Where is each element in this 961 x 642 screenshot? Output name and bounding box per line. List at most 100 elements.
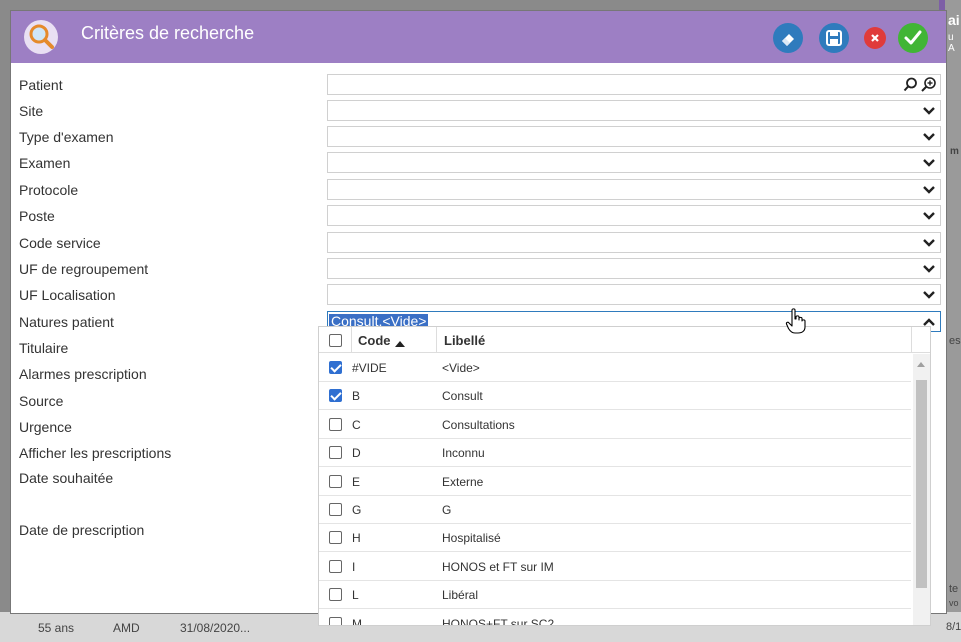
option-code: G [352, 503, 362, 517]
sort-asc-icon [395, 341, 405, 347]
dropdown-option[interactable]: E Externe [319, 468, 911, 496]
column-label-header[interactable]: Libellé [444, 333, 485, 348]
dropdown-scrollbar[interactable] [913, 354, 930, 625]
cancel-button[interactable] [864, 27, 886, 49]
option-code: B [352, 389, 361, 404]
dropdown-option[interactable]: I HONOS et FT sur IM [319, 553, 911, 581]
protocol-select[interactable] [327, 179, 941, 200]
option-checkbox[interactable] [329, 389, 342, 403]
option-checkbox[interactable] [329, 417, 342, 431]
eraser-icon [782, 34, 794, 46]
option-code: E [352, 474, 361, 489]
option-code: I [352, 559, 356, 574]
label-exam: Examen [19, 155, 71, 171]
dropdown-option[interactable]: B Consult [319, 382, 911, 411]
bg-fragment: es [949, 335, 961, 347]
option-checkbox[interactable] [329, 503, 342, 516]
column-code-header[interactable]: Code [358, 333, 391, 348]
label-site: Site [19, 103, 44, 119]
dropdown-header: Code Libellé [319, 327, 930, 353]
option-code: #VIDE [352, 361, 387, 375]
check-icon [904, 30, 922, 45]
option-label: G [442, 503, 452, 517]
chevron-down-icon [923, 265, 935, 273]
label-prescription-date: Date de prescription [19, 522, 145, 538]
clear-button[interactable] [773, 23, 803, 53]
dropdown-option[interactable]: M HONOS+FT sur SC2 [319, 610, 911, 626]
option-checkbox[interactable] [329, 531, 342, 545]
label-prescription-alarms: Alarmes prescription [19, 366, 147, 382]
label-uf-location: UF Localisation [19, 287, 116, 303]
dropdown-option[interactable]: C Consultations [319, 411, 911, 439]
save-icon [826, 30, 842, 46]
service-code-select[interactable] [327, 232, 941, 253]
bg-date: 31/08/2020... [180, 621, 251, 635]
save-button[interactable] [819, 23, 849, 53]
exam-type-select[interactable] [327, 126, 941, 147]
chevron-down-icon [923, 107, 935, 115]
dropdown-option[interactable]: D Inconnu [319, 439, 911, 468]
option-label: Libéral [442, 588, 479, 603]
option-label: Consult [442, 389, 483, 404]
option-checkbox[interactable] [329, 588, 342, 602]
chevron-down-icon [923, 212, 935, 220]
dropdown-option[interactable]: L Libéral [319, 581, 911, 610]
label-uf-grouping: UF de regroupement [19, 261, 149, 277]
search-icon[interactable] [903, 77, 918, 92]
label-urgency: Urgence [19, 419, 72, 435]
option-label: HONOS+FT sur SC2 [442, 616, 555, 626]
label-workstation: Poste [19, 208, 55, 224]
zoom-in-icon[interactable] [920, 76, 937, 93]
option-label: Consultations [442, 417, 515, 432]
label-holder: Titulaire [19, 340, 69, 356]
uf-location-select[interactable] [327, 284, 941, 305]
chevron-down-icon [923, 133, 935, 141]
magnifier-icon [24, 20, 58, 54]
chevron-down-icon [923, 291, 935, 299]
option-checkbox[interactable] [329, 474, 342, 488]
option-label: Hospitalisé [442, 531, 501, 546]
exam-select[interactable] [327, 152, 941, 173]
select-all-checkbox[interactable] [329, 334, 342, 347]
option-checkbox[interactable] [329, 616, 342, 625]
chevron-down-icon [923, 239, 935, 247]
patient-search-input[interactable] [327, 74, 941, 95]
option-checkbox[interactable] [329, 559, 342, 573]
label-source: Source [19, 393, 64, 409]
label-exam-type: Type d'examen [19, 129, 114, 145]
option-code: C [352, 417, 361, 432]
option-code: D [352, 446, 361, 461]
bg-fragment: 8/10 [946, 621, 961, 633]
chevron-down-icon [923, 159, 935, 167]
dropdown-option[interactable]: H Hospitalisé [319, 524, 911, 553]
option-code: M [352, 616, 362, 626]
scroll-thumb[interactable] [916, 380, 927, 588]
label-desired-date: Date souhaitée [19, 470, 114, 486]
label-patient: Patient [19, 77, 63, 93]
column-divider [911, 327, 912, 353]
validate-button[interactable] [898, 23, 928, 53]
workstation-select[interactable] [327, 205, 941, 226]
scroll-up-arrow[interactable] [917, 362, 925, 367]
close-icon [871, 34, 879, 42]
bg-fragment: te [949, 583, 959, 595]
label-protocol: Protocole [19, 182, 79, 198]
option-checkbox[interactable] [329, 446, 342, 460]
option-checkbox[interactable] [329, 361, 342, 374]
bg-fragment: u A [948, 32, 955, 54]
bg-fragment: ai [948, 12, 960, 28]
label-patient-natures: Natures patient [19, 314, 114, 330]
option-code: L [352, 588, 359, 603]
uf-grouping-select[interactable] [327, 258, 941, 279]
column-divider [351, 327, 352, 353]
dropdown-option[interactable]: GG [319, 496, 911, 524]
site-select[interactable] [327, 100, 941, 121]
label-service-code: Code service [19, 235, 101, 251]
dropdown-option[interactable]: #VIDE <Vide> [319, 354, 911, 382]
option-code: H [352, 531, 361, 546]
background-right-panel [945, 0, 961, 642]
bg-code: AMD [113, 621, 140, 635]
option-label: Inconnu [442, 446, 485, 461]
bg-fragment: vo [949, 598, 959, 608]
patient-natures-dropdown: Code Libellé #VIDE <Vide> B Consult C Consult… [318, 326, 931, 626]
